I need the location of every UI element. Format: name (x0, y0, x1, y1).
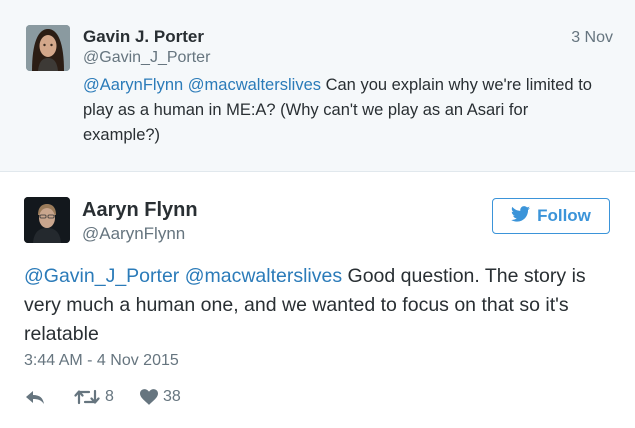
quoted-tweet[interactable]: Gavin J. Porter @Gavin_J_Porter 3 Nov @A… (0, 0, 635, 172)
reply-button[interactable] (24, 388, 46, 406)
mention-link[interactable]: @AarynFlynn (83, 76, 183, 94)
like-count: 38 (163, 388, 181, 405)
tweet-text: @Gavin_J_Porter @macwalterslives Good qu… (24, 262, 614, 349)
tweet-date[interactable]: 3 Nov (571, 29, 613, 47)
tweet-timestamp[interactable]: 3:44 AM - 4 Nov 2015 (24, 352, 179, 370)
mention-link[interactable]: @macwalterslives (185, 265, 342, 287)
retweet-icon (74, 388, 100, 406)
retweet-button[interactable]: 8 (74, 388, 114, 406)
reply-icon (24, 388, 46, 406)
mention-link[interactable]: @Gavin_J_Porter (24, 265, 179, 287)
author-handle[interactable]: @AarynFlynn (82, 224, 185, 244)
follow-button[interactable]: Follow (492, 198, 610, 234)
tweet-actions: 8 38 (24, 388, 224, 410)
heart-icon (140, 389, 158, 405)
follow-label: Follow (537, 206, 591, 225)
avatar[interactable] (24, 197, 70, 243)
author-name[interactable]: Gavin J. Porter (83, 27, 204, 47)
tweet-text: @AarynFlynn @macwalterslives Can you exp… (83, 73, 603, 148)
retweet-count: 8 (105, 388, 114, 405)
like-button[interactable]: 38 (140, 388, 181, 406)
avatar[interactable] (26, 25, 70, 71)
author-name[interactable]: Aaryn Flynn (82, 199, 198, 222)
bird-icon (511, 205, 531, 227)
mention-link[interactable]: @macwalterslives (188, 76, 321, 94)
author-handle[interactable]: @Gavin_J_Porter (83, 49, 210, 67)
